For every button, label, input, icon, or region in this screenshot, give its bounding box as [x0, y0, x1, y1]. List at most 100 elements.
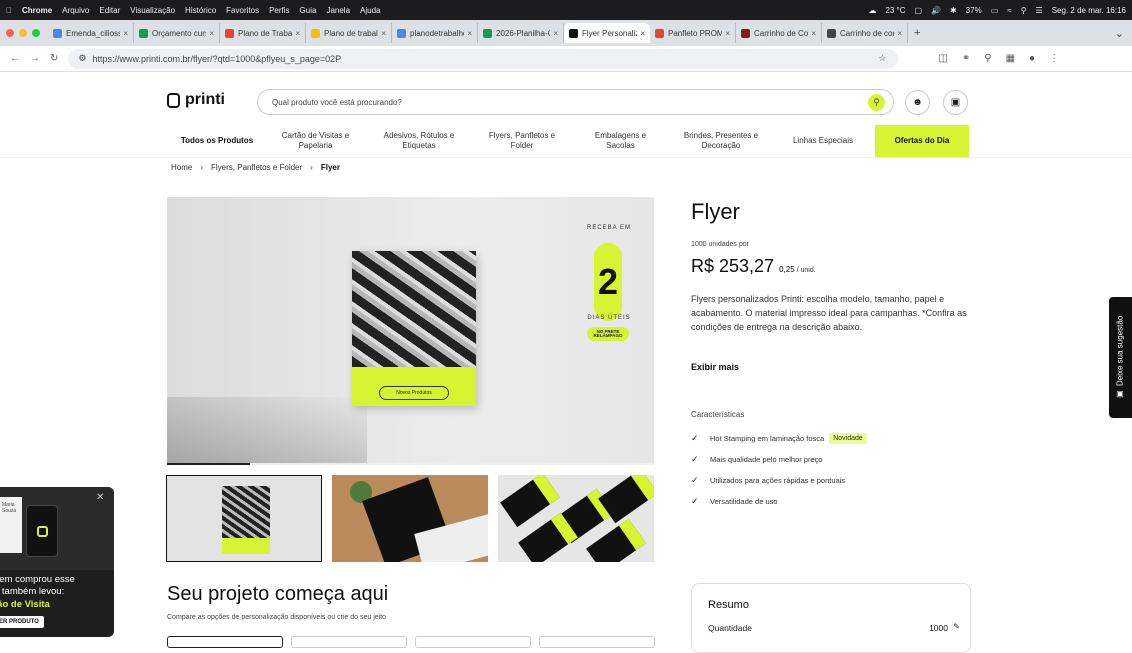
cloud-icon[interactable]: ☁ — [868, 6, 876, 15]
tab-title: Carrinho de com — [840, 28, 895, 38]
zoom-window-button[interactable] — [32, 29, 40, 37]
qr-icon[interactable]: ▦ — [1006, 53, 1015, 64]
menu-visualizacao[interactable]: Visualização — [130, 6, 175, 15]
extensions-icon[interactable]: ◫ — [938, 53, 947, 64]
volume-icon[interactable]: 🔊 — [931, 6, 941, 15]
browser-tab[interactable]: Plano de trabalho× — [306, 23, 392, 43]
browser-tab[interactable]: Carrinho de com × — [822, 23, 908, 43]
site-settings-icon[interactable]: ⚙ — [78, 53, 86, 64]
menu-editar[interactable]: Editar — [99, 6, 120, 15]
account-user-icon[interactable]: ☻ — [905, 90, 930, 115]
tab-close-icon[interactable]: × — [295, 29, 300, 38]
category-ofertas-dia[interactable]: Ofertas do Dia — [875, 125, 969, 157]
category-adesivos[interactable]: Adesivos, Rótulos e Etiquetas — [364, 125, 474, 157]
category-linhas-especiais[interactable]: Linhas Especiais — [771, 125, 875, 157]
option-card-3[interactable] — [415, 636, 531, 648]
option-card-4[interactable] — [539, 636, 655, 648]
thumbnail-1[interactable] — [166, 475, 322, 562]
menu-janela[interactable]: Janela — [326, 6, 350, 15]
spotlight-icon[interactable]: ⚲ — [1021, 6, 1027, 15]
category-embalagens[interactable]: Embalagens e Sacolas — [570, 125, 671, 157]
check-icon: ✓ — [691, 475, 699, 485]
edit-pencil-icon[interactable]: ✎ — [953, 622, 960, 631]
tab-close-icon[interactable]: × — [381, 29, 386, 38]
menu-app[interactable]: Chrome — [22, 6, 52, 15]
url-bar[interactable]: ⚙ https://www.printi.com.br/flyer/?qtd=1… — [68, 48, 899, 69]
popup-product[interactable]: tão de Visita — [0, 599, 50, 610]
category-cartao-visitas[interactable]: Cartão de Visitas e Papelaria — [267, 125, 364, 157]
price-block: R$ 253,27 0,25 / unid. — [691, 256, 816, 277]
window-icon[interactable]: ▢ — [914, 6, 922, 15]
more-menu-icon[interactable]: ⋮ — [1049, 53, 1059, 64]
close-window-button[interactable] — [6, 29, 14, 37]
printi-logo[interactable]: printi — [167, 91, 225, 109]
apple-icon[interactable]:  — [6, 6, 12, 15]
browser-tab[interactable]: 2026-Planilha-O × — [478, 23, 564, 43]
thumbnail-3[interactable] — [498, 475, 654, 562]
browser-tab[interactable]: Plano de Trabalh× — [220, 23, 306, 43]
menu-arquivo[interactable]: Arquivo — [62, 6, 89, 15]
battery-text[interactable]: 37% — [966, 6, 982, 15]
option-card-1[interactable] — [167, 636, 283, 648]
tab-close-icon[interactable]: × — [467, 29, 472, 38]
category-flyers[interactable]: Flyers, Panfletos e Folder — [474, 125, 570, 157]
forward-arrow-icon[interactable]: → — [30, 53, 40, 64]
popup-cta-button[interactable]: ER PRODUTO — [0, 616, 44, 628]
category-brindes[interactable]: Brindes, Presentes e Decoração — [671, 125, 771, 157]
menu-perfis[interactable]: Perfis — [269, 6, 289, 15]
new-tab-button[interactable]: + — [914, 27, 920, 39]
category-todos-produtos[interactable]: Todos os Produtos — [167, 125, 267, 157]
show-more-link[interactable]: Exibir mais — [691, 362, 739, 372]
reload-icon[interactable]: ↻ — [50, 53, 58, 64]
clock[interactable]: Seg. 2 de mar. 16:16 — [1052, 6, 1126, 15]
minimize-window-button[interactable] — [19, 29, 27, 37]
tab-close-icon[interactable]: × — [553, 29, 558, 38]
window-controls — [6, 29, 40, 37]
bluetooth-icon[interactable]: ✱ — [950, 6, 957, 15]
browser-tab[interactable]: Panfleto PROMOC× — [650, 23, 736, 43]
unit-price-block: 0,25 / unid. — [779, 265, 816, 274]
option-card-2[interactable] — [291, 636, 407, 648]
back-arrow-icon[interactable]: ← — [10, 53, 20, 64]
cross-sell-popup[interactable]: Maria Souza ✕ uem comprou esse o também … — [0, 487, 114, 637]
location-pin-icon[interactable]: ⚲ — [984, 53, 991, 64]
tab-close-icon[interactable]: × — [209, 29, 214, 38]
thumbnail-2[interactable] — [332, 475, 488, 562]
cart-icon[interactable]: ▣ — [943, 90, 968, 115]
badge-number: 2 — [594, 243, 622, 321]
breadcrumb-separator-icon: › — [200, 163, 204, 172]
browser-tab[interactable]: Emenda_ciliosso× — [48, 23, 134, 43]
menu-favoritos[interactable]: Favoritos — [226, 6, 259, 15]
menu-ajuda[interactable]: Ajuda — [360, 6, 380, 15]
tab-close-icon[interactable]: × — [897, 29, 902, 38]
tab-close-icon[interactable]: × — [725, 29, 730, 38]
browser-tab[interactable]: planodetrabalho- × — [392, 23, 478, 43]
tab-close-icon[interactable]: × — [123, 29, 128, 38]
browser-tab[interactable]: Flyer Personaliza× — [564, 23, 650, 43]
search-button[interactable]: ⚲ — [868, 94, 885, 111]
popup-close-icon[interactable]: ✕ — [96, 492, 104, 503]
menu-historico[interactable]: Histórico — [185, 6, 216, 15]
breadcrumb-flyers[interactable]: Flyers, Panfletos e Folder — [211, 163, 302, 172]
weather-text[interactable]: 23 °C — [885, 6, 905, 15]
browser-tab[interactable]: Carrinho de Com× — [736, 23, 822, 43]
search-input[interactable]: Qual produto você está procurando? ⚲ — [257, 89, 894, 115]
unit-price: 0,25 — [779, 265, 795, 274]
control-center-icon[interactable]: ☰ — [1036, 6, 1043, 15]
breadcrumb-home[interactable]: Home — [171, 163, 192, 172]
tab-close-icon[interactable]: × — [811, 29, 816, 38]
profile-icon[interactable]: ● — [1029, 53, 1035, 64]
feature-text: Hot Stamping em laminação fosca — [710, 434, 825, 443]
tab-search-chevron-icon[interactable]: ⌄ — [1115, 27, 1124, 40]
browser-tab[interactable]: Orçamento curso× — [134, 23, 220, 43]
menu-guia[interactable]: Guia — [300, 6, 317, 15]
url-text[interactable]: https://www.printi.com.br/flyer/?qtd=100… — [92, 54, 341, 64]
tab-close-icon[interactable]: × — [640, 29, 645, 38]
password-key-icon[interactable]: ⚭ — [962, 53, 970, 64]
product-hero-image[interactable]: Novos Produtos RECEBA EM 2 DIAS ÚTEIS NO… — [167, 197, 654, 463]
bookmark-star-icon[interactable]: ☆ — [878, 53, 886, 64]
wifi-icon[interactable]: ≈ — [1007, 6, 1011, 15]
tab-title: Carrinho de Com — [754, 28, 809, 38]
feedback-tab[interactable]: ▣ Deixe sua sugestão — [1109, 297, 1132, 418]
battery-icon[interactable]: ▭ — [991, 6, 999, 15]
